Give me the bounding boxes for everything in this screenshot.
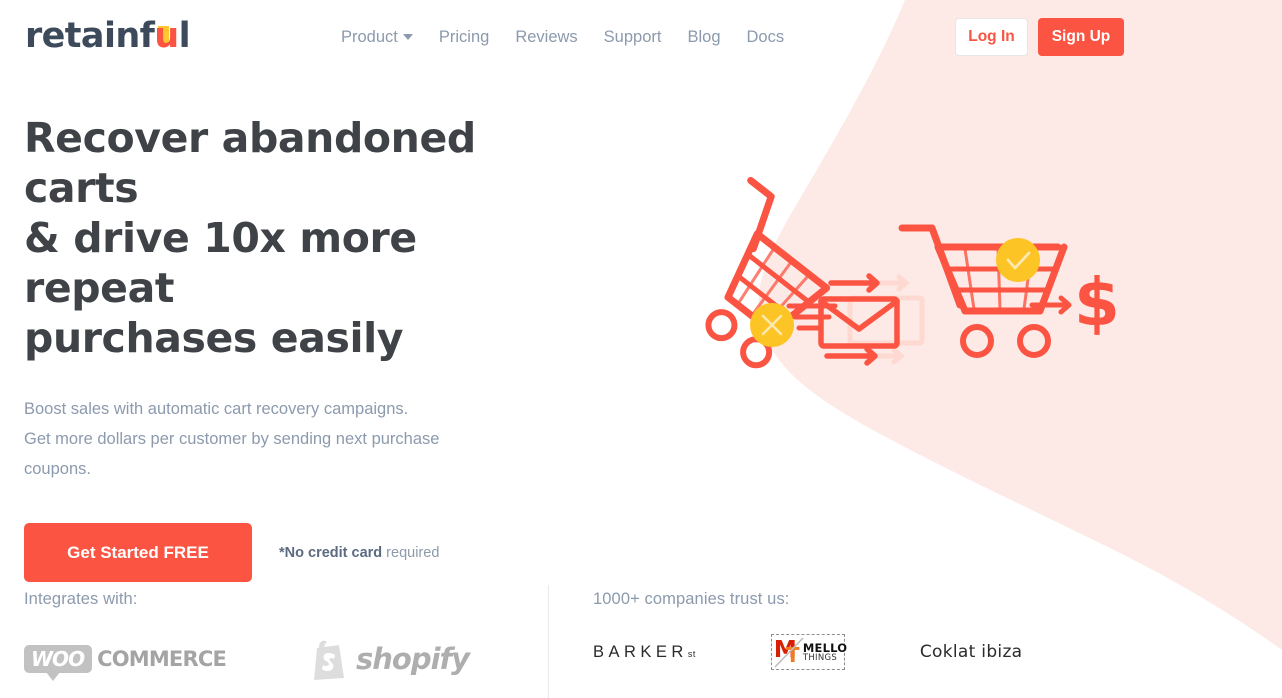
barker-st-logo[interactable]: BARKERst xyxy=(593,643,696,662)
subtitle-line-3: coupons. xyxy=(24,460,91,478)
barker-sub: st xyxy=(687,648,696,659)
nav-item-product[interactable]: Product xyxy=(341,26,426,48)
shopify-text: shopify xyxy=(356,642,470,676)
dollar-sign-icon: $ xyxy=(1074,264,1120,341)
strip-divider xyxy=(548,585,549,698)
auth-buttons: Log In Sign Up xyxy=(955,18,1124,56)
no-credit-card-note: *No credit card required xyxy=(279,545,439,561)
woo-commerce-text: COMMERCE xyxy=(97,647,227,671)
nav-label-product: Product xyxy=(341,28,398,46)
mello-monogram: M T xyxy=(774,637,804,668)
trust-heading-wrap: 1000+ companies trust us: xyxy=(593,590,790,609)
note-bold: *No credit card xyxy=(279,544,383,561)
mello-line-1: MELLO xyxy=(802,640,848,655)
logo-text-part1: retainf xyxy=(25,16,155,56)
hero-content: Recover abandoned carts & drive 10x more… xyxy=(24,113,564,582)
nav-item-pricing[interactable]: Pricing xyxy=(426,26,502,48)
note-rest: required xyxy=(382,544,440,561)
logo-u-glyph: u xyxy=(154,16,179,56)
mello-wordmark: MELLO THINGS xyxy=(802,640,848,663)
coklat-ibiza-logo[interactable]: Coklat ibiza xyxy=(920,642,1023,662)
integrations-label: Integrates with: xyxy=(24,590,138,608)
chevron-down-icon xyxy=(402,34,413,40)
site-header: retainf ul Product Pricing Reviews Suppor… xyxy=(0,0,1282,74)
integration-logos: WOO COMMERCE shopify xyxy=(24,638,470,681)
cart-abandoned-badge xyxy=(750,303,794,347)
subtitle-line-1: Boost sales with automatic cart recovery… xyxy=(24,400,409,418)
main-nav: Product Pricing Reviews Support Blog Doc… xyxy=(341,26,797,48)
mello-line-2: THINGS xyxy=(802,652,838,663)
logo-letter-u: u xyxy=(154,16,179,56)
headline-line-3: purchases easily xyxy=(24,314,404,362)
get-started-button[interactable]: Get Started FREE xyxy=(24,523,252,582)
trust-label: 1000+ companies trust us: xyxy=(593,590,790,608)
logo-text-part2: l xyxy=(178,16,191,56)
page-title: Recover abandoned carts & drive 10x more… xyxy=(24,113,564,363)
nav-item-docs[interactable]: Docs xyxy=(734,26,798,48)
signup-button[interactable]: Sign Up xyxy=(1038,18,1124,56)
cta-row: Get Started FREE *No credit card require… xyxy=(24,523,564,582)
hero-illustration: $ xyxy=(705,176,1120,369)
headline-line-2: & drive 10x more repeat xyxy=(24,214,417,312)
mello-slash-icon xyxy=(774,637,804,668)
woocommerce-logo[interactable]: WOO COMMERCE xyxy=(24,645,227,681)
subtitle-line-2: Get more dollars per customer by sending… xyxy=(24,430,440,448)
nav-item-blog[interactable]: Blog xyxy=(674,26,733,48)
woo-badge-text: WOO xyxy=(24,645,93,681)
barker-text: BARKER xyxy=(593,642,688,661)
hero-subtitle: Boost sales with automatic cart recovery… xyxy=(24,394,514,484)
landing-page: retainf ul Product Pricing Reviews Suppor… xyxy=(0,0,1282,698)
trust-logos: BARKERst M T MELLO THINGS Coklat ibiza xyxy=(593,634,1022,670)
shopify-logo[interactable]: shopify xyxy=(310,638,470,680)
nav-item-support[interactable]: Support xyxy=(591,26,675,48)
nav-item-reviews[interactable]: Reviews xyxy=(502,26,590,48)
social-proof-strip: Integrates with: 1000+ companies trust u… xyxy=(0,580,1282,698)
mello-things-logo[interactable]: M T MELLO THINGS xyxy=(770,634,848,670)
brand-logo[interactable]: retainf ul xyxy=(25,16,191,56)
cart-recovered-badge xyxy=(996,238,1040,282)
login-button[interactable]: Log In xyxy=(955,18,1028,56)
integrations-heading-wrap: Integrates with: xyxy=(24,590,138,609)
shopify-bag-icon xyxy=(314,640,345,680)
headline-line-1: Recover abandoned carts xyxy=(24,114,476,212)
